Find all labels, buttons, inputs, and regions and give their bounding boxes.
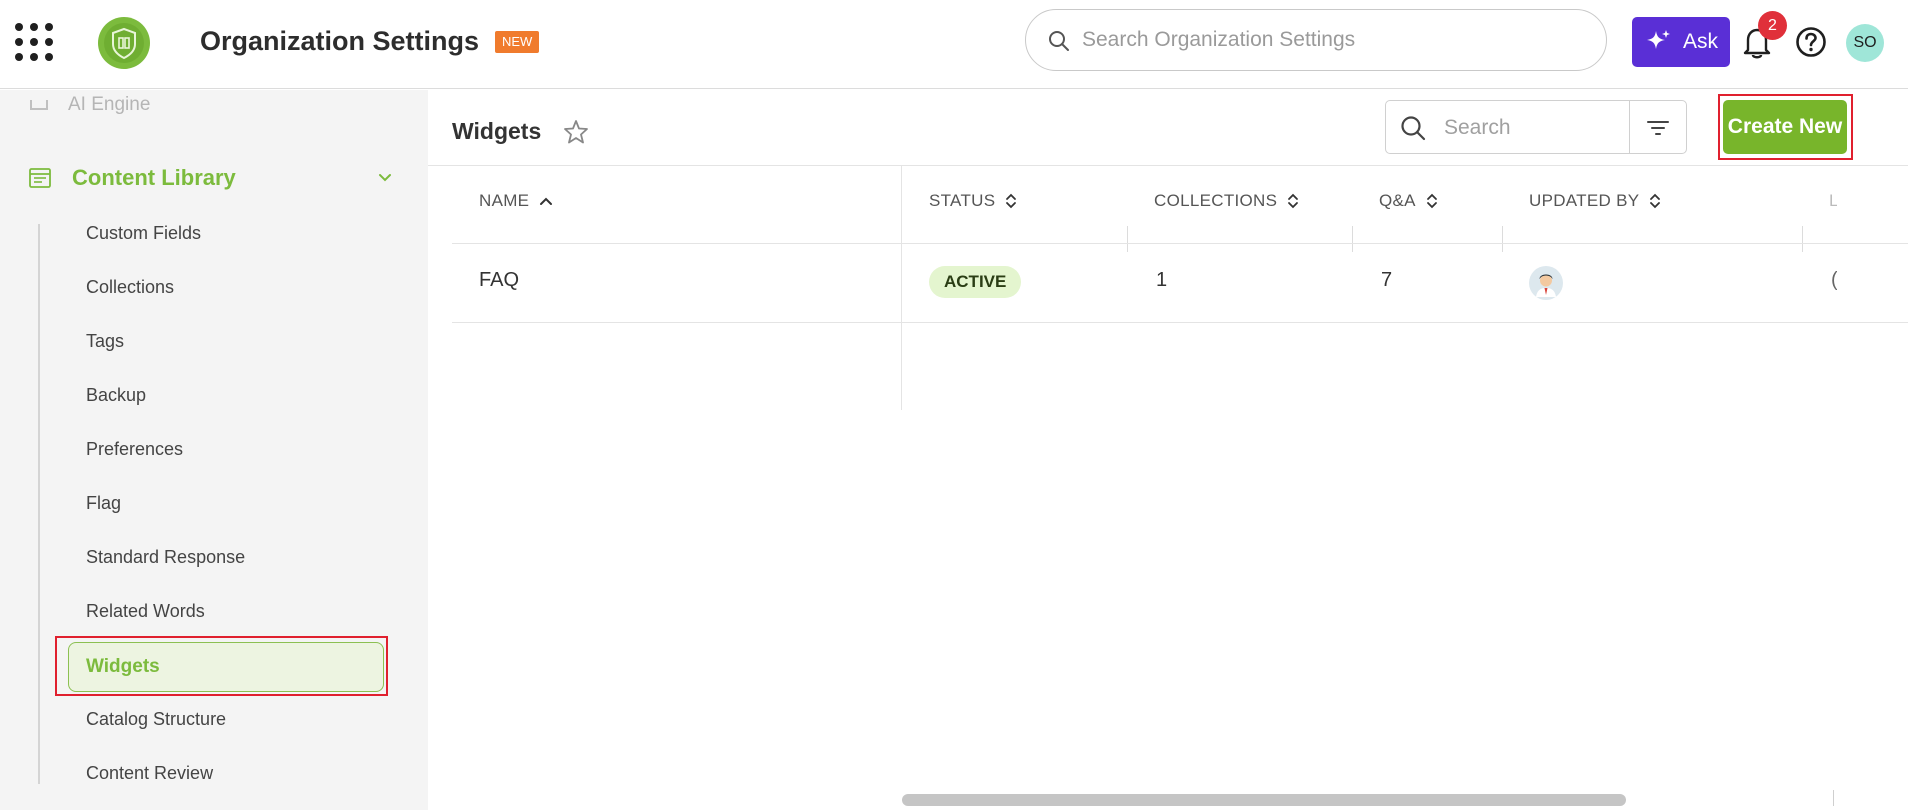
organization-search[interactable] [1025, 9, 1607, 71]
updated-by-avatar[interactable] [1529, 266, 1563, 300]
widget-search[interactable] [1385, 100, 1687, 154]
column-header-qa[interactable]: Q&A [1379, 191, 1438, 211]
sidebar-item-label: AI Engine [68, 94, 151, 115]
cell-name[interactable]: FAQ [479, 269, 519, 292]
sort-icon [1006, 193, 1017, 209]
organization-search-input[interactable] [1082, 24, 1582, 56]
column-separator [1127, 226, 1128, 252]
widget-search-input[interactable] [1444, 113, 1619, 143]
column-header-status[interactable]: STATUS [929, 191, 1017, 211]
top-bar: Organization Settings NEW Ask 2 SO [0, 0, 1908, 89]
column-header-label: STATUS [929, 191, 996, 210]
new-badge: NEW [495, 31, 540, 53]
tree-line [38, 224, 40, 784]
column-separator [1502, 226, 1503, 252]
horizontal-scrollbar-thumb[interactable] [902, 794, 1626, 806]
help-icon[interactable] [1795, 26, 1827, 58]
favorite-star-icon[interactable] [562, 118, 590, 146]
create-new-button[interactable]: Create New [1723, 100, 1847, 154]
ask-label: Ask [1683, 30, 1719, 53]
column-header-name[interactable]: NAME [479, 191, 553, 211]
cell-qa: 7 [1381, 269, 1393, 291]
content-library-icon [29, 168, 51, 188]
column-header-collections[interactable]: COLLECTIONS [1154, 191, 1299, 211]
sidebar-item-content-review[interactable]: Content Review [86, 758, 386, 788]
sidebar-item-flag[interactable]: Flag [86, 488, 386, 518]
sidebar: AI Engine Content Library Custom Fields … [0, 90, 428, 810]
column-header-cut-off[interactable]: L [1829, 191, 1837, 211]
sidebar-item-catalog-structure[interactable]: Catalog Structure [86, 704, 386, 734]
page-header-title: Organization Settings [200, 26, 480, 56]
chevron-down-icon [379, 174, 391, 182]
column-header-label: UPDATED BY [1529, 191, 1640, 210]
sticky-column-divider [901, 166, 902, 410]
sidebar-section-content-library[interactable]: Content Library [28, 154, 394, 202]
notification-count-badge: 2 [1758, 11, 1787, 40]
ask-button[interactable]: Ask [1632, 17, 1730, 67]
filter-icon[interactable] [1646, 118, 1670, 138]
page-title: Widgets [452, 118, 542, 144]
header-row-border [452, 243, 1908, 244]
sidebar-item-preferences[interactable]: Preferences [86, 434, 386, 464]
sidebar-item-widgets[interactable]: Widgets [68, 642, 384, 692]
column-header-updated-by[interactable]: UPDATED BY [1529, 191, 1661, 211]
column-header-label: Q&A [1379, 191, 1416, 210]
sparkle-icon [1647, 30, 1670, 49]
status-badge: ACTIVE [929, 266, 1022, 298]
search-icon [1401, 116, 1426, 141]
sort-icon [1650, 193, 1661, 209]
cell-cut-off: ( [1831, 269, 1837, 292]
menu-item-icon [30, 99, 48, 110]
column-separator [1352, 226, 1353, 252]
section-label: Content Library [72, 165, 236, 190]
app-launcher-icon[interactable] [15, 23, 53, 61]
sidebar-item-cut-off[interactable]: AI Engine [30, 94, 150, 116]
user-avatar[interactable]: SO [1846, 24, 1884, 62]
search-divider [1629, 101, 1630, 153]
sort-ascending-icon [540, 197, 553, 205]
sidebar-item-custom-fields[interactable]: Custom Fields [86, 218, 386, 248]
sort-icon [1288, 193, 1299, 209]
sidebar-item-backup[interactable]: Backup [86, 380, 386, 410]
table-top-border [428, 165, 1908, 166]
search-icon [1049, 31, 1069, 51]
column-header-label: COLLECTIONS [1154, 191, 1278, 210]
main-panel: Widgets Create New NAME STATUS COLLE [428, 90, 1908, 810]
sort-icon [1426, 193, 1437, 209]
sidebar-item-tags[interactable]: Tags [86, 326, 386, 356]
column-edge [1833, 790, 1834, 806]
sidebar-item-collections[interactable]: Collections [86, 272, 386, 302]
column-header-label: NAME [479, 191, 530, 210]
sidebar-item-standard-response[interactable]: Standard Response [86, 542, 386, 572]
organization-logo [98, 17, 150, 69]
cell-collections: 1 [1156, 269, 1168, 291]
column-separator [1802, 226, 1803, 252]
column-header-label: L [1829, 191, 1837, 210]
sidebar-item-related-words[interactable]: Related Words [86, 596, 386, 626]
table-row-border [452, 322, 1908, 323]
